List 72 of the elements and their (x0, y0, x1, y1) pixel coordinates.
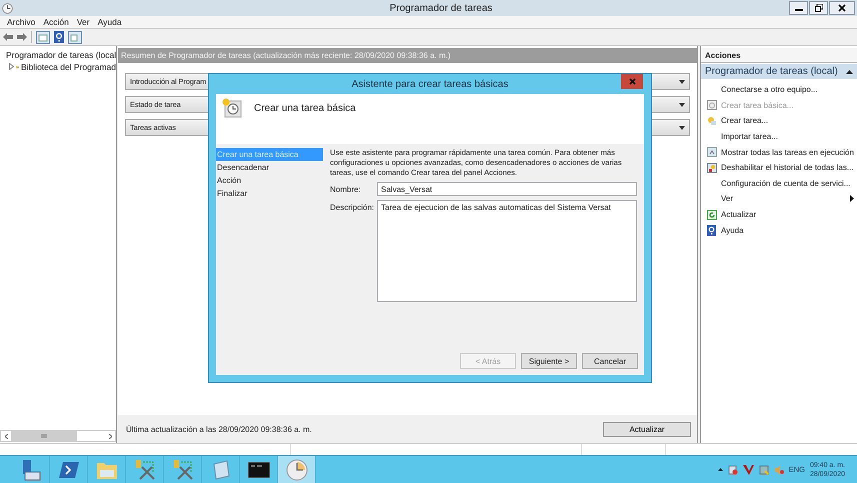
wizard-button[interactable]: Siguiente > (521, 353, 577, 369)
window-title: Programador de tareas (388, 2, 494, 14)
action-item[interactable]: Crear tarea... (721, 116, 768, 126)
back-arrow-icon[interactable] (3, 33, 13, 41)
last-update-text: Última actualización a las 28/09/2020 09:38:36 a. m. (126, 424, 312, 434)
menu-item[interactable]: Archivo (3, 17, 40, 27)
dropdown-caret-icon[interactable] (679, 80, 685, 84)
dialog-title: Asistente para crear tareas básicas (352, 78, 508, 90)
tree-item[interactable]: Programador de tareas (local (6, 50, 116, 60)
tools-icon[interactable] (172, 458, 194, 480)
tools-icon[interactable] (134, 458, 156, 480)
notepad-icon[interactable] (210, 460, 230, 480)
close-icon (838, 4, 846, 12)
actions-group-bar[interactable]: Programador de tareas (local) (701, 64, 857, 79)
action-item[interactable]: Conectarse a otro equipo... (721, 85, 818, 94)
dropdown-caret-icon[interactable] (679, 126, 685, 130)
help-icon[interactable] (54, 31, 64, 43)
flag-icon[interactable] (728, 464, 738, 474)
action-item[interactable]: Deshabilitar el historial de todas las... (721, 163, 854, 172)
refresh-button[interactable]: Actualizar (603, 422, 691, 436)
field-label: Descripción: (330, 202, 376, 214)
app-clock-icon (2, 2, 13, 14)
grip-icon[interactable] (41, 434, 47, 438)
menu-item[interactable]: Acción (39, 17, 73, 27)
restore-button[interactable] (809, 1, 828, 15)
speaker-icon[interactable] (774, 464, 784, 474)
task-clock-icon (222, 98, 242, 118)
tree-item[interactable]: Biblioteca del Programad (21, 62, 116, 72)
log-icon (707, 162, 717, 173)
network-icon[interactable] (758, 464, 769, 474)
action-item[interactable]: Ver (721, 194, 734, 204)
action-item[interactable]: Importar tarea... (721, 132, 778, 142)
sun-icon (707, 116, 717, 126)
menu-item[interactable]: Ver (72, 17, 94, 27)
app-tray-icon[interactable] (742, 464, 754, 474)
show-hidden-icons-icon[interactable] (718, 468, 723, 471)
name-field[interactable]: Salvas_Versat (377, 182, 637, 196)
minimize-button[interactable] (789, 1, 808, 15)
calendar-icon (707, 100, 717, 110)
submenu-arrow-icon (850, 195, 854, 202)
summary-header: Resumen de Programador de tareas (actualización más reciente: 28/09/2020 09:38:36 a. m.) (118, 48, 697, 63)
dropdown-caret-icon[interactable] (679, 102, 685, 106)
field-label: Nombre: (330, 184, 362, 196)
wizard-step[interactable]: Acción (216, 174, 323, 187)
help-icon (707, 224, 716, 236)
wizard-button[interactable]: Cancelar (582, 353, 638, 369)
action-item[interactable]: Actualizar (721, 210, 756, 220)
menu-item[interactable]: Ayuda (94, 17, 126, 27)
refresh-icon (707, 210, 717, 220)
console-icon[interactable] (248, 462, 270, 478)
close-button[interactable] (829, 1, 855, 15)
horizontal-scrollbar[interactable] (0, 430, 116, 442)
expander-icon[interactable] (9, 63, 14, 70)
scroll-left-icon[interactable] (4, 434, 8, 438)
scroll-right-icon[interactable] (108, 434, 112, 438)
action-item[interactable]: Configuración de cuenta de servici... (721, 178, 850, 188)
shell-icon[interactable] (58, 460, 78, 478)
console-tree-icon[interactable] (36, 30, 50, 44)
description-field[interactable]: Tarea de ejecucion de las salvas automaticas del Sistema Versat (377, 200, 637, 302)
forward-arrow-icon[interactable] (17, 33, 27, 41)
action-item[interactable]: Mostrar todas las tareas en ejecución (721, 148, 854, 157)
action-item[interactable]: Ayuda (721, 226, 744, 235)
wizard-step[interactable]: Desencadenar (216, 161, 323, 174)
close-icon (628, 78, 636, 85)
wizard-step[interactable]: Finalizar (216, 187, 323, 200)
actions-header: Acciones (701, 48, 857, 63)
window-list-icon (707, 147, 717, 158)
restore-icon (814, 4, 822, 12)
clock-icon[interactable] (286, 458, 308, 480)
wizard-heading: Crear una tarea básica (254, 103, 356, 114)
collapse-icon[interactable] (846, 70, 853, 74)
action-pane-icon[interactable] (68, 30, 82, 44)
